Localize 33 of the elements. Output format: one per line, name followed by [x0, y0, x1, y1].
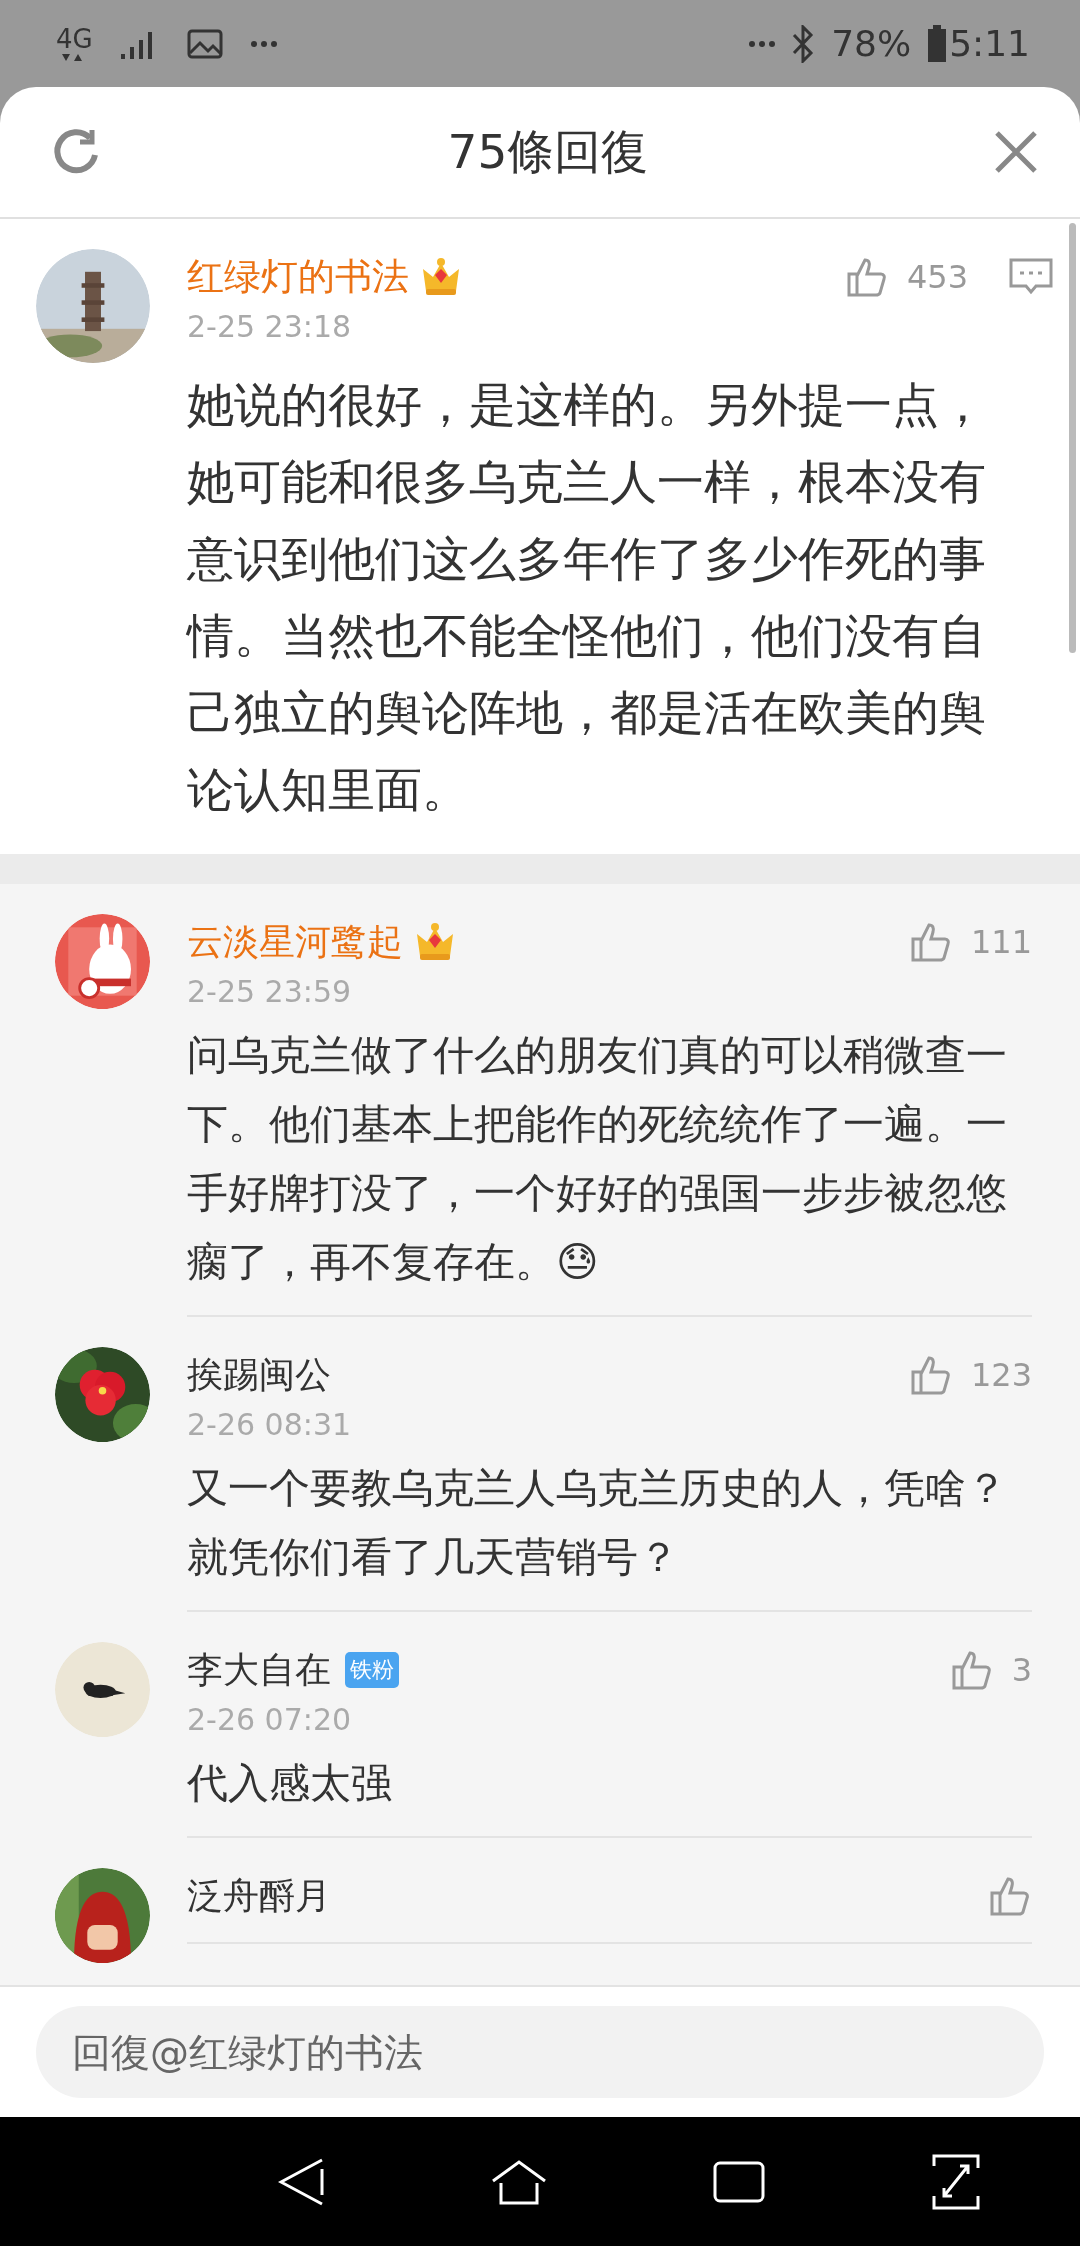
close-icon[interactable]: [994, 130, 1038, 174]
battery-percent: 78%: [831, 23, 912, 64]
more-icon: [749, 40, 776, 47]
comment-time: 2-25 23:59: [187, 974, 353, 1009]
back-icon[interactable]: [278, 2156, 324, 2207]
clock-time: 5:11: [949, 23, 1030, 64]
battery-icon: [927, 24, 948, 63]
reply-input[interactable]: 回復@红绿灯的书法: [36, 2006, 1044, 2098]
comment-time: 2-26 08:31: [187, 1407, 353, 1442]
bluetooth-icon: [791, 24, 816, 63]
comment-text: 又一个要教乌克兰人乌克兰历史的人，凭啥？就凭你们看了几天营销号？: [187, 1464, 1007, 1581]
username[interactable]: 挨踢闽公: [187, 1350, 331, 1400]
comment-time: 2-26 07:20: [187, 1702, 353, 1737]
expand-icon[interactable]: [931, 2153, 980, 2210]
like-count: 111: [970, 923, 1032, 961]
comment-time: 2-25 23:18: [187, 309, 353, 344]
recent-apps-icon[interactable]: [713, 2160, 766, 2203]
more-icon: [250, 40, 277, 47]
like-count: 453: [906, 258, 968, 296]
comment-text: 问乌克兰做了什么的朋友们真的可以稍微查一下。他们基本上把能作的死统统作了一遍。一手好牌打没了，一个好好的强国一步步被忽悠瘸了，再不复存在。😓: [187, 1031, 1007, 1286]
fan-badge: 铁粉: [345, 1652, 399, 1688]
scrollbar[interactable]: [1069, 223, 1076, 653]
home-icon[interactable]: [490, 2158, 547, 2205]
comment-text: 代入感太强: [187, 1759, 392, 1807]
network-type: 4G: [56, 25, 93, 52]
sheet-title: 75條回復: [447, 122, 649, 181]
comment-icon[interactable]: [1008, 257, 1054, 297]
like-count: 123: [970, 1356, 1032, 1394]
like-count: 3: [1011, 1651, 1032, 1689]
username[interactable]: 李大自在: [187, 1645, 331, 1695]
username[interactable]: 泛舟酹月: [187, 1871, 331, 1921]
image-icon: [186, 28, 223, 59]
comment-text: 她说的很好，是这样的。另外提一点，她可能和很多乌克兰人一样，根本没有意识到他们这么多年作了多少作死的事情。当然也不能全怪他们，他们没有自己独立的舆论阵地，都是活在欧美的舆论认知里面。: [187, 377, 986, 817]
